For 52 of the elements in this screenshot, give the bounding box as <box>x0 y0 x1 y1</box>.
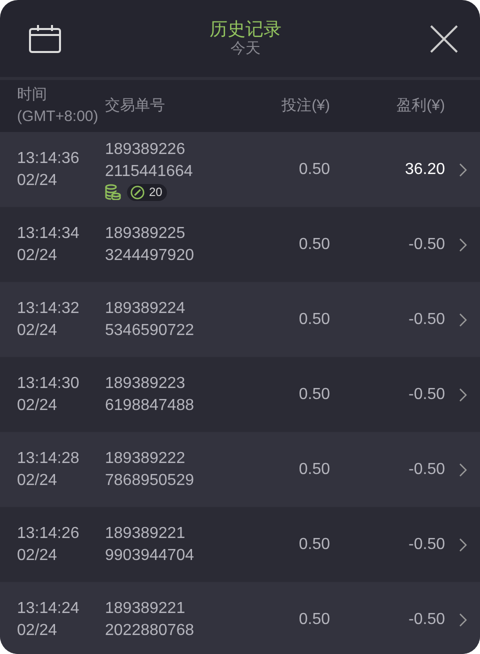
table-cell-text: 13:14:34 02/24 <box>16 224 80 266</box>
chevron-right-icon <box>458 612 466 626</box>
column-header: 投注(¥) <box>280 96 330 116</box>
free-spins-count: 20 <box>149 185 162 199</box>
table-row[interactable]: 13:14:24 02/24 189389221 2022880768 0.50 -0.50 <box>0 582 480 654</box>
table-cell-text: 189389225 3244497920 <box>105 224 195 266</box>
calendar-icon[interactable] <box>29 24 61 52</box>
table-cell-text: 0.50 <box>298 160 330 180</box>
table-cell-text: 0.50 <box>298 384 330 404</box>
table-cell-text: 189389221 9903944704 <box>105 524 195 566</box>
table-cell-text: -0.50 <box>408 310 445 330</box>
chevron-right-icon <box>458 388 466 402</box>
table-cell-text: 189389221 2022880768 <box>105 598 195 640</box>
table-row[interactable]: 13:14:36 02/24 189389226 2115441664 20 0.50 36.20 <box>0 132 480 207</box>
table-cell-text: -0.50 <box>408 610 445 630</box>
table-cell-text: 0.50 <box>298 534 330 554</box>
column-header: 时间 (GMT+8:00) <box>16 85 100 127</box>
table-cell-text: -0.50 <box>408 234 445 254</box>
coins-icon <box>105 184 121 200</box>
table-cell-text: 0.50 <box>298 310 330 330</box>
table-row[interactable]: 13:14:30 02/24 189389223 6198847488 0.50 -0.50 <box>0 357 480 432</box>
table-cell-text: 13:14:32 02/24 <box>16 298 80 340</box>
table-cell-text: -0.50 <box>408 534 445 554</box>
close-icon[interactable] <box>430 24 458 52</box>
chevron-right-icon <box>458 162 466 176</box>
date-range-label: 今天 <box>230 38 262 58</box>
table-cell-text: -0.50 <box>408 460 445 480</box>
table-cell-text: 189389222 7868950529 <box>105 448 195 490</box>
table-row[interactable]: 13:14:32 02/24 189389224 5346590722 0.50 -0.50 <box>0 282 480 357</box>
table-cell-text: 189389224 5346590722 <box>105 298 195 340</box>
chevron-right-icon <box>458 238 466 252</box>
table-cell-text: 13:14:24 02/24 <box>16 598 80 640</box>
table-cell-text: 13:14:30 02/24 <box>16 374 80 416</box>
table-cell-text: 13:14:26 02/24 <box>16 524 80 566</box>
table-cell-text: 0.50 <box>298 610 330 630</box>
table-row[interactable]: 13:14:26 02/24 189389221 9903944704 0.50 -0.50 <box>0 507 480 582</box>
table-cell-text: 0.50 <box>298 234 330 254</box>
chevron-right-icon <box>458 312 466 326</box>
table-cell-text: -0.50 <box>408 384 445 404</box>
table-cell-text: 13:14:28 02/24 <box>16 448 80 490</box>
table-row[interactable]: 13:14:28 02/24 189389222 7868950529 0.50 -0.50 <box>0 432 480 507</box>
table-cell-text: 36.20 <box>404 160 445 180</box>
window-title: 历史记录 <box>210 18 282 38</box>
table-cell-text: 0.50 <box>298 460 330 480</box>
table-cell-text: 189389226 2115441664 <box>105 140 194 182</box>
column-header: 交易单号 <box>105 96 166 116</box>
table-cell-text: 13:14:36 02/24 <box>16 148 80 190</box>
table-cell-text: 189389223 6198847488 <box>105 374 195 416</box>
table-row[interactable]: 13:14:34 02/24 189389225 3244497920 0.50 -0.50 <box>0 207 480 282</box>
chevron-right-icon <box>458 538 466 552</box>
chevron-right-icon <box>458 462 466 476</box>
column-header: 盈利(¥) <box>396 96 445 116</box>
